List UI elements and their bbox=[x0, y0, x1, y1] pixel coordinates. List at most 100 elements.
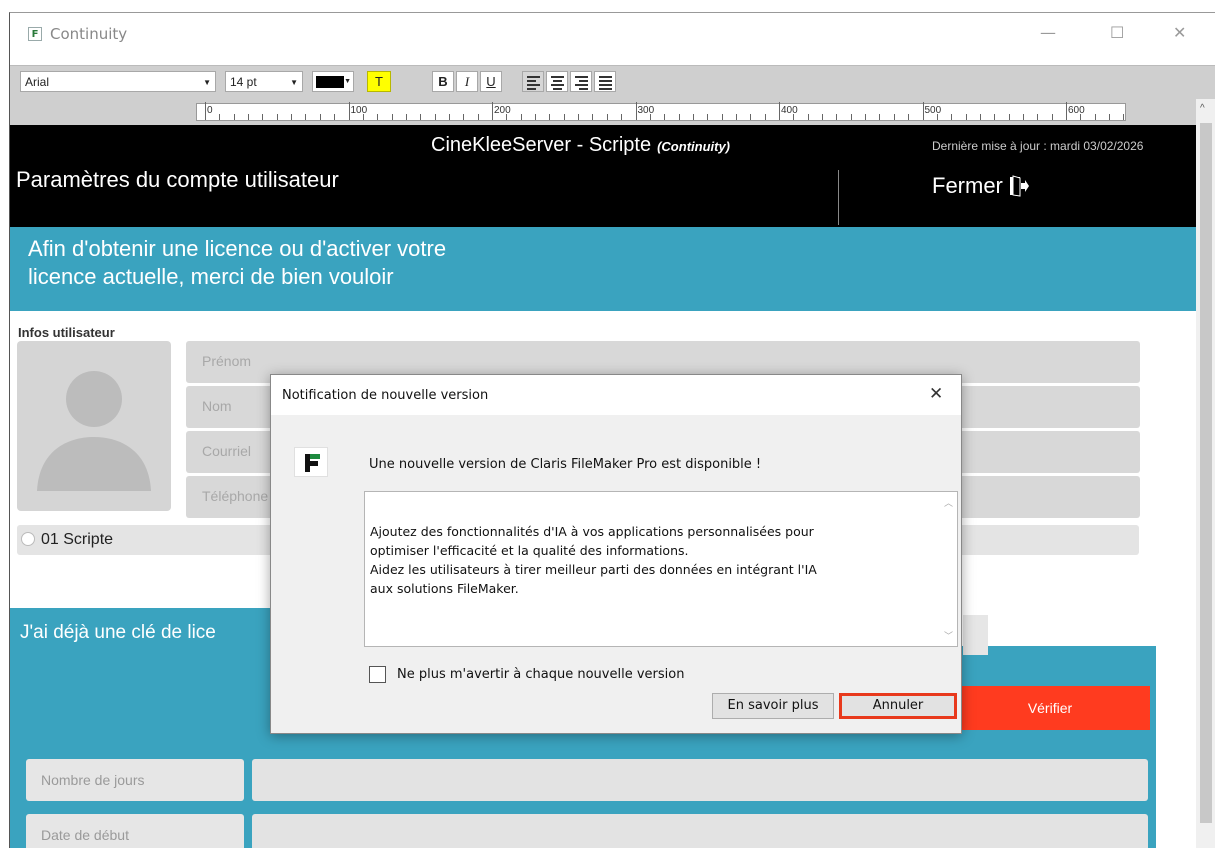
ruler-tick bbox=[233, 114, 235, 120]
release-notes-text: Ajoutez des fonctionnalités d'IA à vos a… bbox=[370, 524, 817, 596]
ruler-tick bbox=[865, 114, 867, 120]
ruler-tick bbox=[994, 114, 996, 120]
align-left-button[interactable] bbox=[522, 71, 544, 92]
ruler-tick bbox=[836, 114, 838, 120]
server-subtitle: (Continuity) bbox=[657, 139, 731, 154]
close-label: Fermer bbox=[932, 173, 1003, 198]
font-size-value: 14 pt bbox=[230, 75, 257, 89]
days-label: Nombre de jours bbox=[26, 759, 244, 801]
close-button[interactable]: Fermer bbox=[932, 173, 1029, 199]
title-bar: F Continuity — ☐ ✕ bbox=[10, 13, 1215, 63]
ruler-tick bbox=[463, 114, 465, 120]
font-size-select[interactable]: 14 pt ▼ bbox=[225, 71, 303, 92]
underline-button[interactable]: U bbox=[480, 71, 502, 92]
ruler-label: 500 bbox=[924, 105, 942, 116]
ruler-tick bbox=[893, 114, 895, 120]
italic-button[interactable]: I bbox=[456, 71, 478, 92]
ruler-tick bbox=[908, 114, 910, 120]
ruler-tick bbox=[764, 114, 766, 120]
dont-remind-checkbox[interactable] bbox=[369, 666, 386, 683]
ruler-tick bbox=[319, 114, 321, 120]
dont-remind-label[interactable]: Ne plus m'avertir à chaque nouvelle vers… bbox=[397, 667, 684, 682]
ruler-tick bbox=[965, 114, 967, 120]
role-label: 01 Scripte bbox=[41, 531, 114, 548]
ruler-label: 600 bbox=[1068, 105, 1085, 116]
ruler-tick bbox=[492, 102, 493, 120]
ruler-tick bbox=[291, 114, 293, 120]
ruler-tick bbox=[951, 114, 953, 120]
new-version-dialog: Notification de nouvelle version ✕ Une n… bbox=[270, 374, 962, 734]
ruler-tick bbox=[1066, 102, 1067, 120]
server-title: CineKleeServer - Scripte (Continuity) bbox=[431, 134, 730, 157]
divider bbox=[838, 170, 839, 225]
ruler-tick bbox=[549, 114, 551, 120]
filemaker-logo-icon bbox=[294, 447, 328, 477]
ruler-tick bbox=[535, 114, 537, 120]
ruler-tick bbox=[520, 114, 522, 120]
minimize-icon[interactable]: — bbox=[1040, 23, 1056, 42]
start-date-field[interactable] bbox=[252, 814, 1148, 848]
ruler-tick bbox=[563, 114, 565, 120]
release-notes-box[interactable]: Ajoutez des fonctionnalités d'IA à vos a… bbox=[364, 491, 958, 647]
chevron-down-icon: ▼ bbox=[203, 78, 211, 87]
last-update: Dernière mise à jour : mardi 03/02/2026 bbox=[932, 139, 1144, 153]
ruler-tick bbox=[678, 114, 680, 120]
ruler-tick bbox=[1037, 114, 1039, 120]
learn-more-button[interactable]: En savoir plus bbox=[712, 693, 834, 719]
verify-button[interactable]: Vérifier bbox=[950, 686, 1150, 730]
window-title: Continuity bbox=[50, 25, 128, 43]
font-select[interactable]: Arial ▼ bbox=[20, 71, 216, 92]
ruler-strip[interactable]: 0 100 200 300 400 500 600 bbox=[196, 102, 1126, 121]
maximize-icon[interactable]: ☐ bbox=[1110, 23, 1124, 42]
color-swatch bbox=[316, 76, 344, 88]
role-radio[interactable] bbox=[21, 532, 35, 546]
ruler-tick bbox=[348, 102, 350, 120]
ruler-tick bbox=[750, 114, 752, 120]
bold-button[interactable]: B bbox=[432, 71, 454, 92]
text-color-select[interactable]: ▼ bbox=[312, 71, 354, 92]
ruler-tick bbox=[735, 114, 737, 120]
app-header: CineKleeServer - Scripte (Continuity) Der… bbox=[10, 125, 1196, 227]
ruler-tick bbox=[621, 114, 623, 120]
last-name-placeholder: Nom bbox=[202, 398, 232, 414]
highlight-button[interactable]: T bbox=[367, 71, 391, 92]
license-key-field[interactable] bbox=[963, 615, 988, 655]
ruler-tick bbox=[692, 114, 694, 120]
close-icon[interactable]: ✕ bbox=[929, 384, 943, 404]
ruler-tick bbox=[391, 114, 393, 120]
ruler-tick bbox=[807, 114, 809, 120]
ruler-tick bbox=[219, 114, 221, 120]
cancel-button[interactable]: Annuler bbox=[839, 693, 957, 719]
scroll-up-icon[interactable]: ^ bbox=[1200, 103, 1205, 114]
scroll-up-icon[interactable]: ︿ bbox=[944, 496, 953, 509]
phone-placeholder: Téléphone bbox=[202, 488, 269, 504]
scroll-thumb[interactable] bbox=[1200, 123, 1212, 823]
start-date-label: Date de début bbox=[26, 814, 244, 848]
align-center-button[interactable] bbox=[546, 71, 568, 92]
banner-line-2: licence actuelle, merci de bien vouloir bbox=[28, 264, 394, 289]
ruler-tick bbox=[405, 114, 407, 120]
ruler-tick bbox=[276, 114, 278, 120]
vertical-scrollbar[interactable]: ^ bbox=[1196, 99, 1215, 848]
ruler-tick bbox=[434, 114, 436, 120]
ruler-tick bbox=[1094, 114, 1096, 120]
close-window-icon[interactable]: ✕ bbox=[1173, 23, 1186, 42]
first-name-placeholder: Prénom bbox=[202, 353, 252, 369]
days-field[interactable] bbox=[252, 759, 1148, 801]
align-right-button[interactable] bbox=[570, 71, 592, 92]
ruler-tick bbox=[448, 114, 450, 120]
ruler-tick bbox=[635, 102, 637, 120]
release-notes-scrollbar[interactable]: ︿ ﹀ bbox=[940, 492, 957, 646]
outer-margin bbox=[0, 0, 9, 848]
ruler-tick bbox=[420, 114, 422, 120]
ruler-tick bbox=[721, 114, 723, 120]
scroll-down-icon[interactable]: ﹀ bbox=[944, 629, 953, 642]
license-heading: J'ai déjà une clé de lice bbox=[10, 608, 295, 658]
avatar[interactable] bbox=[17, 341, 171, 511]
ruler-tick bbox=[606, 114, 608, 120]
ruler-tick bbox=[477, 114, 479, 120]
justify-button[interactable] bbox=[594, 71, 616, 92]
dialog-message: Une nouvelle version de Claris FileMaker… bbox=[369, 457, 762, 472]
ruler-tick bbox=[1123, 114, 1125, 120]
ruler-label: 0 bbox=[207, 105, 213, 116]
